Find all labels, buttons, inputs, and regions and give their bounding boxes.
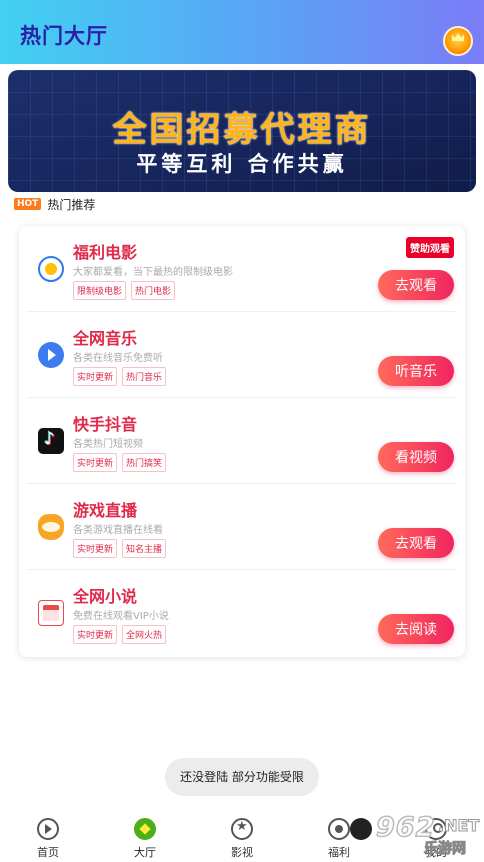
home-play-icon bbox=[37, 818, 59, 840]
item-desc: 免费在线观看VIP小说 bbox=[73, 611, 169, 622]
item-desc: 各类热门短视频 bbox=[73, 439, 143, 450]
item-tag: 热门电影 bbox=[131, 281, 176, 300]
crown-icon bbox=[452, 33, 464, 41]
tab-video[interactable]: 影视 bbox=[212, 818, 272, 860]
item-tag: 限制级电影 bbox=[73, 281, 127, 300]
banner-title: 全国招募代理商 bbox=[112, 110, 372, 150]
watch-video-button[interactable]: 看视频 bbox=[378, 442, 454, 472]
item-tags: 实时更新 热门音乐 bbox=[73, 367, 167, 386]
tab-home[interactable]: 首页 bbox=[18, 818, 78, 860]
item-desc: 各类游戏直播在线看 bbox=[73, 525, 163, 536]
section-header: HOT 热门推荐 bbox=[14, 196, 95, 212]
novel-book-icon bbox=[38, 600, 64, 626]
item-title: 游戏直播 bbox=[73, 501, 138, 520]
watermark: 962 .NET 乐游网 bbox=[350, 811, 484, 862]
watermark-text: 乐游网 bbox=[424, 841, 467, 858]
list-item[interactable]: 全网小说 免费在线观看VIP小说 实时更新 全网火热 去阅读 bbox=[19, 570, 465, 656]
game-mascot-icon bbox=[38, 514, 64, 540]
tab-label: 大厅 bbox=[134, 846, 156, 859]
banner[interactable]: 全国招募代理商 平等互利 合作共赢 bbox=[8, 70, 476, 192]
item-title: 全网音乐 bbox=[73, 329, 138, 348]
read-button[interactable]: 去阅读 bbox=[378, 614, 454, 644]
watch-live-button[interactable]: 去观看 bbox=[378, 528, 454, 558]
welfare-icon bbox=[328, 818, 350, 840]
item-tag: 全网火热 bbox=[122, 625, 167, 644]
avatar[interactable] bbox=[443, 26, 473, 56]
video-star-icon bbox=[231, 818, 253, 840]
watermark-suffix: .NET bbox=[437, 816, 480, 836]
tab-label: 影视 bbox=[231, 846, 253, 859]
recommend-list: 福利电影 大家都爱看，当下最热的限制级电影 限制级电影 热门电影 赞助观看 去观… bbox=[19, 226, 465, 657]
item-tags: 实时更新 知名主播 bbox=[73, 539, 167, 558]
watermark-logo-icon bbox=[350, 818, 372, 840]
music-play-icon bbox=[38, 342, 64, 368]
item-title: 全网小说 bbox=[73, 587, 138, 606]
item-tag: 实时更新 bbox=[73, 453, 118, 472]
item-tags: 限制级电影 热门电影 bbox=[73, 281, 176, 300]
list-item[interactable]: 快手抖音 各类热门短视频 实时更新 热门搞笑 看视频 bbox=[19, 398, 465, 484]
item-tag: 知名主播 bbox=[122, 539, 167, 558]
item-title: 福利电影 bbox=[73, 243, 138, 262]
login-toast: 还没登陆 部分功能受限 bbox=[165, 758, 319, 796]
item-tags: 实时更新 全网火热 bbox=[73, 625, 167, 644]
section-title: 热门推荐 bbox=[47, 197, 96, 212]
sponsor-badge: 赞助观看 bbox=[406, 237, 454, 258]
item-tags: 实时更新 热门搞笑 bbox=[73, 453, 167, 472]
item-desc: 大家都爱看，当下最热的限制级电影 bbox=[73, 267, 233, 278]
hall-icon bbox=[134, 818, 156, 840]
list-item[interactable]: 游戏直播 各类游戏直播在线看 实时更新 知名主播 去观看 bbox=[19, 484, 465, 570]
item-tag: 实时更新 bbox=[73, 367, 118, 386]
item-title: 快手抖音 bbox=[73, 415, 138, 434]
item-tag: 热门搞笑 bbox=[122, 453, 167, 472]
page-title: 热门大厅 bbox=[20, 24, 108, 48]
item-tag: 实时更新 bbox=[73, 539, 118, 558]
item-desc: 各类在线音乐免费听 bbox=[73, 353, 163, 364]
header-bar: 热门大厅 bbox=[0, 0, 484, 64]
list-item[interactable]: 福利电影 大家都爱看，当下最热的限制级电影 限制级电影 热门电影 赞助观看 去观… bbox=[19, 226, 465, 312]
movie-icon bbox=[38, 256, 64, 282]
tab-label: 首页 bbox=[37, 846, 59, 859]
list-item[interactable]: 全网音乐 各类在线音乐免费听 实时更新 热门音乐 听音乐 bbox=[19, 312, 465, 398]
banner-subtitle: 平等互利 合作共赢 bbox=[136, 152, 348, 176]
item-tag: 实时更新 bbox=[73, 625, 118, 644]
listen-music-button[interactable]: 听音乐 bbox=[378, 356, 454, 386]
hot-badge: HOT bbox=[14, 198, 42, 210]
watch-button[interactable]: 去观看 bbox=[378, 270, 454, 300]
douyin-icon bbox=[38, 428, 64, 454]
item-tag: 热门音乐 bbox=[122, 367, 167, 386]
tab-hall[interactable]: 大厅 bbox=[115, 818, 175, 860]
